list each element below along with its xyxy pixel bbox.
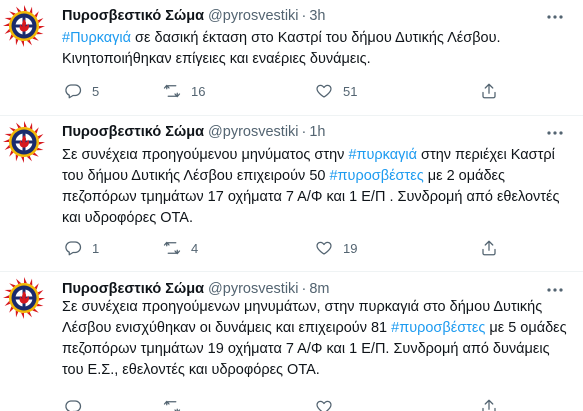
share-icon	[480, 82, 498, 100]
reply-icon	[64, 82, 82, 100]
heart-icon	[315, 82, 333, 100]
share-icon	[480, 239, 498, 257]
hashtag-link[interactable]: #πυρκαγιά	[348, 147, 417, 163]
avatar[interactable]	[2, 120, 46, 164]
retweet-button[interactable]: 4	[163, 238, 198, 258]
tweet[interactable]: Πυροσβεστικό Σώμα @pyrosvestiki · 3h #Πυρκα…	[0, 0, 583, 115]
tweet-text: Σε συνέχεια προηγούμενων μηνυμάτων, στην…	[62, 297, 572, 381]
reply-button[interactable]: 1	[64, 238, 99, 258]
tweet-text: Σε συνέχεια προηγούμενου μηνύματος στην …	[62, 145, 572, 229]
tweet-header: Πυροσβεστικό Σώμα @pyrosvestiki · 3h	[62, 8, 326, 28]
user-handle[interactable]: @pyrosvestiki	[208, 281, 298, 297]
timestamp[interactable]: 8m	[309, 281, 329, 297]
like-button[interactable]: 51	[315, 81, 357, 101]
more-dots-icon[interactable]	[545, 9, 565, 25]
heart-icon	[315, 239, 333, 257]
reply-icon	[64, 239, 82, 257]
like-count: 51	[343, 83, 358, 99]
reply-count: 1	[92, 240, 100, 256]
action-bar	[62, 397, 582, 411]
action-bar: 1 4 19	[62, 238, 582, 258]
like-count: 19	[343, 240, 358, 256]
action-bar: 5 16 51	[62, 81, 582, 101]
avatar[interactable]	[2, 276, 46, 320]
avatar[interactable]	[2, 4, 46, 48]
retweet-icon	[163, 398, 181, 411]
retweet-count: 16	[191, 83, 206, 99]
display-name[interactable]: Πυροσβεστικό Σώμα	[62, 124, 204, 140]
retweet-button[interactable]	[163, 397, 191, 411]
display-name[interactable]: Πυροσβεστικό Σώμα	[62, 8, 204, 24]
retweet-icon	[163, 239, 181, 257]
hashtag-link[interactable]: #Πυρκαγιά	[62, 30, 131, 46]
share-button[interactable]	[480, 81, 498, 101]
hashtag-link[interactable]: #πυροσβέστες	[391, 320, 485, 336]
more-dots-icon[interactable]	[545, 125, 565, 141]
reply-button[interactable]	[64, 397, 92, 411]
heart-icon	[315, 398, 333, 411]
retweet-icon	[163, 82, 181, 100]
user-handle[interactable]: @pyrosvestiki	[208, 124, 298, 140]
fire-service-emblem-icon	[2, 121, 46, 168]
like-button[interactable]: 19	[315, 238, 357, 258]
reply-icon	[64, 398, 82, 411]
timestamp[interactable]: 1h	[309, 124, 325, 140]
divider	[0, 271, 583, 272]
share-icon	[480, 398, 498, 411]
more-dots-icon[interactable]	[545, 282, 565, 298]
separator: ·	[301, 281, 307, 297]
separator: ·	[301, 8, 307, 24]
display-name[interactable]: Πυροσβεστικό Σώμα	[62, 281, 204, 297]
share-button[interactable]	[480, 238, 498, 258]
tweet-text-run: Σε συνέχεια προηγούμενου μηνύματος στην	[62, 147, 349, 163]
user-handle[interactable]: @pyrosvestiki	[208, 8, 298, 24]
retweet-count: 4	[191, 240, 199, 256]
hashtag-link[interactable]: #πυροσβέστες	[329, 168, 423, 184]
tweet-header: Πυροσβεστικό Σώμα @pyrosvestiki · 1h	[62, 124, 326, 144]
fire-service-emblem-icon	[2, 277, 46, 324]
tweet-text: #Πυρκαγιά σε δασική έκταση στο Καστρί το…	[62, 28, 572, 70]
retweet-button[interactable]: 16	[163, 81, 205, 101]
fire-service-emblem-icon	[2, 5, 46, 52]
reply-button[interactable]: 5	[64, 81, 99, 101]
reply-count: 5	[92, 83, 100, 99]
separator: ·	[301, 124, 307, 140]
like-button[interactable]	[315, 397, 343, 411]
share-button[interactable]	[480, 397, 498, 411]
timestamp[interactable]: 3h	[309, 8, 325, 24]
